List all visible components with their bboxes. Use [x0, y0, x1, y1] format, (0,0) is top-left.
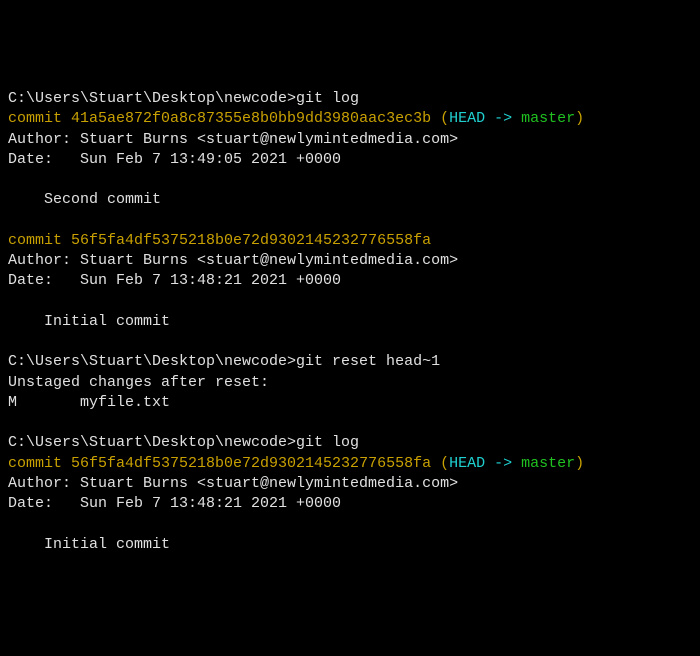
blank-line [8, 170, 692, 190]
command-3: git log [296, 434, 359, 451]
paren-close: ) [575, 110, 584, 127]
commit-line-2: commit 56f5fa4df5375218b0e72d93021452327… [8, 231, 692, 251]
blank-line [8, 292, 692, 312]
blank-line [8, 413, 692, 433]
date-line: Date: Sun Feb 7 13:49:05 2021 +0000 [8, 150, 692, 170]
blank-line [8, 332, 692, 352]
blank-line [8, 211, 692, 231]
date-line: Date: Sun Feb 7 13:48:21 2021 +0000 [8, 494, 692, 514]
author-line: Author: Stuart Burns <stuart@newlyminted… [8, 474, 692, 494]
commit-hash: 56f5fa4df5375218b0e72d9302145232776558fa [71, 232, 431, 249]
author-line: Author: Stuart Burns <stuart@newlyminted… [8, 251, 692, 271]
blank-line [8, 514, 692, 534]
paren-open: ( [431, 455, 449, 472]
command-1: git log [296, 90, 359, 107]
branch-name: master [521, 455, 575, 472]
date-line: Date: Sun Feb 7 13:48:21 2021 +0000 [8, 271, 692, 291]
branch-name: master [521, 110, 575, 127]
commit-label: commit [8, 110, 71, 127]
commit-message: Initial commit [8, 312, 692, 332]
prompt-3: C:\Users\Stuart\Desktop\newcode> [8, 434, 296, 451]
commit-label: commit [8, 232, 71, 249]
paren-close: ) [575, 455, 584, 472]
reset-output-2: M myfile.txt [8, 393, 692, 413]
paren-open: ( [431, 110, 449, 127]
commit-message: Second commit [8, 190, 692, 210]
command-2: git reset head~1 [296, 353, 440, 370]
author-line: Author: Stuart Burns <stuart@newlyminted… [8, 130, 692, 150]
reset-output-1: Unstaged changes after reset: [8, 373, 692, 393]
prompt-1: C:\Users\Stuart\Desktop\newcode> [8, 90, 296, 107]
command-line-2[interactable]: C:\Users\Stuart\Desktop\newcode>git rese… [8, 352, 692, 372]
head-ref: HEAD -> [449, 455, 521, 472]
head-ref: HEAD -> [449, 110, 521, 127]
commit-line-1: commit 41a5ae872f0a8c87355e8b0bb9dd3980a… [8, 109, 692, 129]
commit-hash: 41a5ae872f0a8c87355e8b0bb9dd3980aac3ec3b [71, 110, 431, 127]
commit-message: Initial commit [8, 535, 692, 555]
command-line-3[interactable]: C:\Users\Stuart\Desktop\newcode>git log [8, 433, 692, 453]
command-line-1[interactable]: C:\Users\Stuart\Desktop\newcode>git log [8, 89, 692, 109]
commit-line-3: commit 56f5fa4df5375218b0e72d93021452327… [8, 454, 692, 474]
prompt-2: C:\Users\Stuart\Desktop\newcode> [8, 353, 296, 370]
commit-label: commit [8, 455, 71, 472]
commit-hash: 56f5fa4df5375218b0e72d9302145232776558fa [71, 455, 431, 472]
